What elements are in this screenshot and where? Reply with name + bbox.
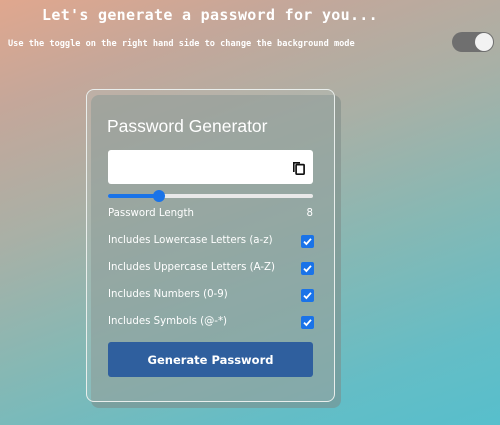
option-label: Includes Lowercase Letters (a-z) <box>108 235 273 246</box>
toggle-knob <box>475 33 493 51</box>
password-length-value: 8 <box>306 208 313 219</box>
copy-icon[interactable] <box>290 159 306 176</box>
option-symbols: Includes Symbols (@-*) <box>108 314 314 330</box>
option-label: Includes Symbols (@-*) <box>108 316 228 327</box>
background-mode-toggle[interactable] <box>452 32 494 52</box>
uppercase-checkbox[interactable] <box>301 262 314 275</box>
password-output-field[interactable] <box>108 150 313 184</box>
lowercase-checkbox[interactable] <box>301 235 314 248</box>
page-headline: Let's generate a password for you... <box>42 6 378 24</box>
option-numbers: Includes Numbers (0-9) <box>108 287 314 303</box>
option-label: Includes Numbers (0-9) <box>108 289 228 300</box>
numbers-checkbox[interactable] <box>301 289 314 302</box>
option-label: Includes Uppercase Letters (A-Z) <box>108 262 276 273</box>
generate-password-button[interactable]: Generate Password <box>108 342 313 377</box>
option-uppercase: Includes Uppercase Letters (A-Z) <box>108 260 314 276</box>
page-subtitle: Use the toggle on the right hand side to… <box>8 39 355 49</box>
password-length-slider[interactable] <box>108 190 313 202</box>
slider-thumb[interactable] <box>153 190 166 202</box>
symbols-checkbox[interactable] <box>301 316 314 329</box>
password-length-row: Password Length 8 <box>108 206 314 222</box>
password-length-label: Password Length <box>108 208 194 219</box>
card-title: Password Generator <box>107 116 268 136</box>
password-generator-card: Password Generator Password Length 8 Inc… <box>86 89 335 402</box>
slider-fill <box>108 194 160 198</box>
option-lowercase: Includes Lowercase Letters (a-z) <box>108 233 314 249</box>
